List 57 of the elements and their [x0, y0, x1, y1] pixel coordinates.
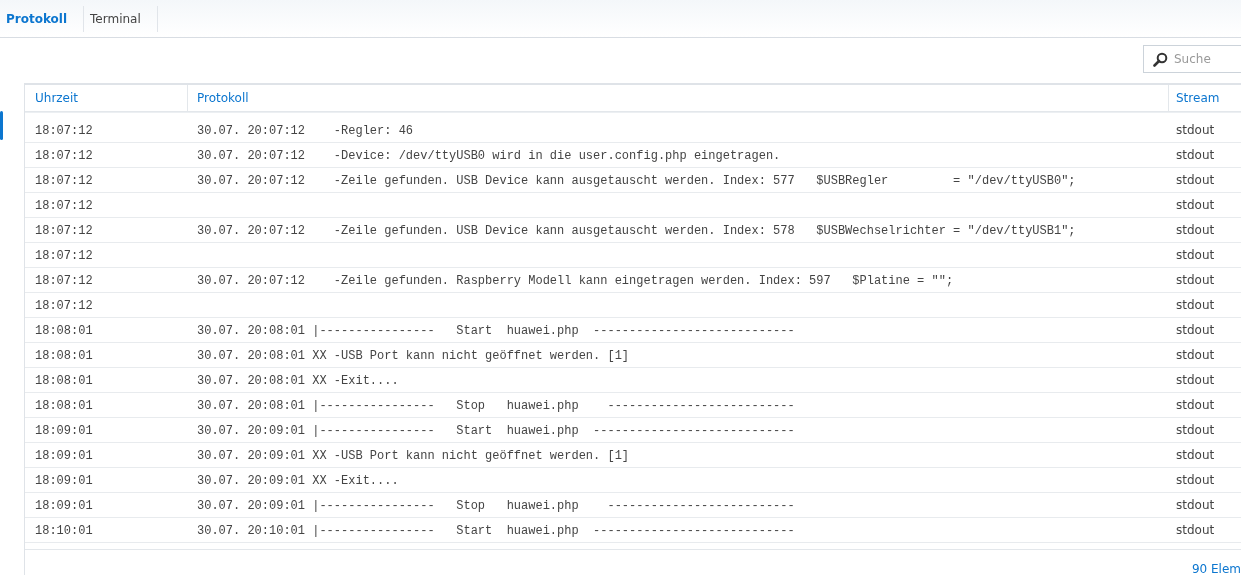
table-cell: 30.07. 20:09:01 |---------------- Start huawei.php ----------------------------	[197, 423, 795, 438]
column-header[interactable]: Stream	[1168, 85, 1241, 111]
table-cell: 18:07:12	[35, 123, 93, 138]
table-cell: stdout	[1176, 273, 1215, 287]
table-cell: 18:07:12	[35, 173, 93, 188]
table-cell: 30.07. 20:08:01 XX -USB Port kann nicht geöffnet werden. [1]	[197, 348, 630, 363]
table-cell: 18:08:01	[35, 398, 93, 413]
table-cell: stdout	[1176, 198, 1215, 212]
table-cell: 30.07. 20:07:12 -Regler: 46	[197, 123, 414, 138]
table-cell: 30.07. 20:07:12 -Zeile gefunden. USB Device kann ausgetauscht werden. Index: 577 $USBRegler = "/dev/ttyUSB0";	[197, 173, 1076, 188]
selection-marker	[0, 111, 3, 140]
tab[interactable]: Protokoll	[0, 6, 85, 32]
table-cell: stdout	[1176, 523, 1215, 537]
search-icon	[1153, 52, 1168, 67]
table-cell: stdout	[1176, 473, 1215, 487]
table-cell: stdout	[1176, 223, 1215, 237]
item-count: 90 Elem	[1191, 562, 1241, 575]
table-cell: 18:07:12	[35, 148, 93, 163]
column-header[interactable]: Uhrzeit	[25, 85, 187, 111]
table-cell: 18:07:12	[35, 198, 93, 213]
table-cell: 30.07. 20:07:12 -Zeile gefunden. USB Device kann ausgetauscht werden. Index: 578 $USBWechselrichter = "/dev/ttyUSB1";	[197, 223, 1076, 238]
table-cell: 18:07:12	[35, 223, 93, 238]
table-cell: stdout	[1176, 323, 1215, 337]
column-header[interactable]: Protokoll	[187, 85, 1168, 111]
table-cell: 18:07:12	[35, 273, 93, 288]
table-cell: stdout	[1176, 173, 1215, 187]
table-cell: 30.07. 20:10:01 |---------------- Start huawei.php ----------------------------	[197, 523, 795, 538]
table-cell: stdout	[1176, 423, 1215, 437]
table-cell: 18:08:01	[35, 348, 93, 363]
search-field[interactable]: Suche	[1143, 45, 1241, 73]
table-cell: 30.07. 20:08:01 |---------------- Start huawei.php ----------------------------	[197, 323, 795, 338]
table-cell: 30.07. 20:09:01 XX -USB Port kann nicht geöffnet werden. [1]	[197, 448, 630, 463]
table-cell: stdout	[1176, 398, 1215, 412]
table-cell: 18:09:01	[35, 473, 93, 488]
table-cell: stdout	[1176, 123, 1215, 137]
tab[interactable]: Terminal	[84, 6, 158, 32]
table-cell: 18:09:01	[35, 498, 93, 513]
table-cell: 18:09:01	[35, 423, 93, 438]
table-cell: 18:07:12	[35, 298, 93, 313]
table-cell: stdout	[1176, 373, 1215, 387]
table-cell: 18:09:01	[35, 448, 93, 463]
table-cell: stdout	[1176, 148, 1215, 162]
table-cell: stdout	[1176, 248, 1215, 262]
table-cell: stdout	[1176, 448, 1215, 462]
table-cell: 30.07. 20:08:01 |---------------- Stop huawei.php --------------------------	[197, 398, 795, 413]
table-cell: 18:07:12	[35, 248, 93, 263]
table-cell: 30.07. 20:07:12 -Device: /dev/ttyUSB0 wird in die user.config.php eingetragen.	[197, 148, 781, 163]
table-cell: 18:08:01	[35, 373, 93, 388]
table-cell: 30.07. 20:09:01 |---------------- Stop huawei.php --------------------------	[197, 498, 795, 513]
table-cell: stdout	[1176, 348, 1215, 362]
table-cell: stdout	[1176, 498, 1215, 512]
table-cell: 18:08:01	[35, 323, 93, 338]
table-cell: 30.07. 20:08:01 XX -Exit....	[197, 373, 399, 388]
table-cell: 18:10:01	[35, 523, 93, 538]
table-cell: 30.07. 20:09:01 XX -Exit....	[197, 473, 399, 488]
table-cell: stdout	[1176, 298, 1215, 312]
table-cell: 30.07. 20:07:12 -Zeile gefunden. Raspberry Modell kann eingetragen werden. Index: 597 $Platine = "";	[197, 273, 954, 288]
